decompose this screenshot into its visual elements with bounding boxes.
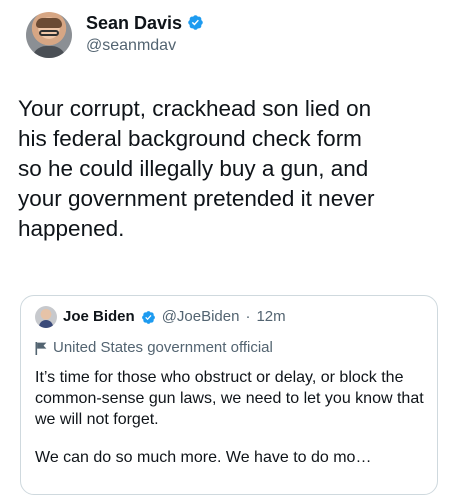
tweet-body: Your corrupt, crackhead son lied on his … bbox=[18, 96, 375, 241]
quoted-author-avatar[interactable] bbox=[35, 306, 57, 328]
government-account-label: United States government official bbox=[35, 338, 273, 358]
avatar-glasses bbox=[39, 30, 59, 36]
avatar-shirt bbox=[32, 46, 66, 58]
author-names: Sean Davis @seanmdav bbox=[86, 12, 204, 57]
government-label-text: United States government official bbox=[53, 339, 273, 356]
quoted-author-handle[interactable]: @JoeBiden bbox=[162, 307, 240, 327]
quoted-author-display-name[interactable]: Joe Biden bbox=[63, 307, 135, 327]
author-display-name[interactable]: Sean Davis bbox=[86, 12, 182, 34]
quoted-tweet-body: It’s time for those who obstruct or dela… bbox=[35, 367, 427, 485]
verified-badge-icon bbox=[141, 310, 155, 324]
separator-dot: · bbox=[245, 308, 251, 325]
verified-badge-icon bbox=[188, 15, 203, 30]
quoted-tweet[interactable]: Joe Biden @JoeBiden · 12m United States … bbox=[20, 295, 438, 495]
quoted-tweet-timestamp[interactable]: 12m bbox=[256, 307, 285, 327]
tweet-card: Sean Davis @seanmdav Your corrupt, crack… bbox=[0, 0, 462, 500]
author-handle[interactable]: @seanmdav bbox=[86, 35, 204, 57]
flag-icon bbox=[35, 341, 47, 355]
quoted-tweet-paragraph: We can do so much more. We have to do mo… bbox=[35, 449, 372, 466]
author-avatar[interactable] bbox=[26, 12, 72, 58]
avatar-hair bbox=[36, 18, 62, 28]
tweet-header: Sean Davis @seanmdav bbox=[26, 3, 204, 65]
author-name-row: Sean Davis bbox=[86, 12, 204, 34]
quoted-tweet-paragraph: It’s time for those who obstruct or dela… bbox=[35, 369, 424, 428]
quoted-tweet-header: Joe Biden @JoeBiden · 12m bbox=[35, 306, 286, 328]
